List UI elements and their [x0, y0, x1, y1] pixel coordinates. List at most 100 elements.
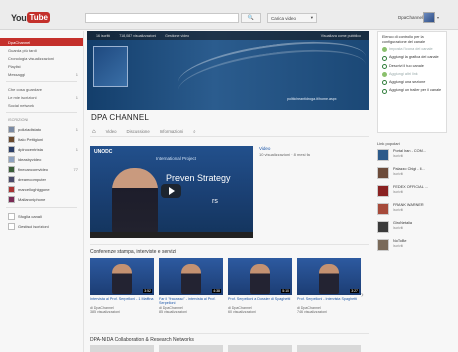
- search-button[interactable]: 🔍: [241, 13, 261, 23]
- sidebar-item-channel[interactable]: DpaChannel: [0, 38, 83, 46]
- channel-name[interactable]: NoToBe: [393, 239, 407, 244]
- channel-name[interactable]: FRANK WARNER: [393, 203, 424, 208]
- search-input[interactable]: [85, 13, 239, 23]
- subscribe-link[interactable]: Iscriviti: [393, 190, 428, 195]
- subscribe-link[interactable]: Iscriviti: [393, 154, 426, 159]
- checklist-item[interactable]: Aggiungi la grafica del canale: [382, 55, 442, 61]
- section-title[interactable]: DPA-NIDA Collaboration & Research Networ…: [90, 337, 194, 343]
- avatar[interactable]: [423, 12, 435, 23]
- channel-avatar[interactable]: [93, 46, 128, 87]
- channel-thumbnail[interactable]: [377, 185, 389, 197]
- subscription-item[interactable]: poliziadistato 1: [0, 124, 83, 134]
- video-title[interactable]: Intervista al Prof. Serpelloni - 1 Maffi…: [90, 297, 154, 306]
- channel-thumbnail[interactable]: [377, 149, 389, 161]
- channel-thumbnail[interactable]: [377, 203, 389, 215]
- circle-icon: [382, 88, 387, 94]
- channel-thumbnail[interactable]: [377, 221, 389, 233]
- sidebar-item[interactable]: Che cosa guardare: [0, 85, 83, 93]
- account-name[interactable]: DpaChannel: [398, 15, 423, 20]
- view-as-public-link[interactable]: Visualizza come pubblico: [321, 34, 361, 38]
- section-title[interactable]: Conferenze stampa, interviste e servizi: [90, 249, 176, 255]
- video-thumbnail[interactable]: [228, 345, 292, 352]
- sidebar-item[interactable]: Messaggi 1: [0, 70, 83, 78]
- subscription-item[interactable]: dplnocentrista 1: [0, 144, 83, 154]
- subscription-item[interactable]: Italo Pettigioni: [0, 134, 83, 144]
- tab-info[interactable]: Informazioni: [160, 129, 183, 134]
- featured-video-title[interactable]: Video: [259, 146, 270, 151]
- video-thumbnail[interactable]: [90, 345, 154, 352]
- play-icon[interactable]: [161, 184, 181, 198]
- subscribe-link[interactable]: Iscriviti: [393, 208, 424, 213]
- channel-thumbnail[interactable]: [377, 167, 389, 179]
- subscribe-link[interactable]: Iscriviti: [393, 226, 412, 231]
- circle-icon: [382, 63, 387, 69]
- sidebar-item[interactable]: Social network: [0, 101, 83, 109]
- video-overlay-text: rs: [212, 198, 218, 205]
- sidebar-item[interactable]: Le mie iscrizioni 1: [0, 93, 83, 101]
- video-card[interactable]: 5:10 Prof. Serpelloni a Dossier di Spagh…: [228, 258, 292, 328]
- video-views: 746 visualizzazioni: [297, 310, 327, 315]
- video-thumbnail[interactable]: [297, 345, 361, 352]
- channel-name[interactable]: Palazzo Chigi - Il...: [393, 167, 425, 172]
- popular-channel-item[interactable]: FEDEX OFFICIAL ... Iscriviti: [377, 185, 447, 199]
- checklist-item[interactable]: Aggiungi una sezione: [382, 80, 442, 86]
- checklist-item[interactable]: Imposta l'icona del canale: [382, 47, 442, 53]
- video-thumbnail[interactable]: 3:52: [90, 258, 154, 295]
- popular-links-title: Link popolari: [377, 141, 400, 146]
- video-title[interactable]: Far il "fracasso" - intervista al Prof. …: [159, 297, 223, 306]
- tab-video[interactable]: Video: [106, 129, 117, 134]
- subscribe-link[interactable]: Iscriviti: [393, 172, 425, 177]
- sidebar-item-manage-subscriptions[interactable]: Gestisci iscrizioni: [0, 221, 83, 231]
- subscription-item[interactable]: Mallaroniphone: [0, 194, 83, 204]
- video-title[interactable]: Prof. Serpelloni - Intervista Spaghetti: [297, 297, 361, 306]
- manage-videos-link[interactable]: Gestione video: [165, 34, 189, 38]
- sidebar-item-count: 1: [75, 71, 78, 77]
- subscribe-link[interactable]: Iscriviti: [393, 244, 407, 249]
- popular-channel-item[interactable]: FRANK WARNER Iscriviti: [377, 203, 447, 217]
- video-card[interactable]: 4:38 Far il "fracasso" - intervista al P…: [159, 258, 223, 328]
- sidebar-item-label: DpaChannel: [8, 39, 31, 45]
- chevron-right-icon[interactable]: ›: [361, 290, 364, 299]
- checklist-item[interactable]: Descrivi il tuo canale: [382, 64, 442, 69]
- popular-channel-item[interactable]: Palazzo Chigi - Il... Iscriviti: [377, 167, 447, 181]
- popular-channel-item[interactable]: GiroNetalia Iscriviti: [377, 221, 447, 235]
- video-card[interactable]: 3:27 Prof. Serpelloni - Intervista Spagh…: [297, 258, 361, 328]
- video-title[interactable]: Prof. Serpelloni a Dossier di Spaghetti: [228, 297, 292, 306]
- channel-name[interactable]: GiroNetalia: [393, 221, 412, 226]
- plus-icon: [8, 212, 15, 220]
- home-icon[interactable]: ⌂: [92, 129, 96, 135]
- video-thumbnail[interactable]: [159, 345, 223, 352]
- video-thumbnail[interactable]: 3:27: [297, 258, 361, 295]
- checklist-item[interactable]: Aggiungi un trailer per il canale: [382, 88, 442, 94]
- subscription-item[interactable]: finecancomvideo 77: [0, 164, 83, 174]
- channel-thumbnail[interactable]: [377, 239, 389, 251]
- video-card[interactable]: 3:52 Intervista al Prof. Serpelloni - 1 …: [90, 258, 154, 328]
- sidebar-item-browse-channels[interactable]: Sfoglia canali: [0, 211, 83, 221]
- upload-button[interactable]: Carica video ▾: [267, 13, 317, 23]
- channel-name[interactable]: FEDEX OFFICIAL ...: [393, 185, 428, 190]
- subscription-label: dplnocentrista: [18, 146, 43, 152]
- featured-video-player[interactable]: UNODC International Project Preven Strat…: [90, 146, 253, 238]
- sidebar-item[interactable]: Guarda più tardi: [0, 46, 83, 54]
- subscription-item[interactable]: marcelloghiggone: [0, 184, 83, 194]
- video-thumbnail[interactable]: 5:10: [228, 258, 292, 295]
- youtube-logo[interactable]: You Tube: [11, 11, 50, 24]
- search-icon[interactable]: ⌕: [193, 129, 195, 134]
- banner-website-link[interactable]: politicheantidroga.it/home.aspx: [287, 97, 337, 101]
- sidebar-item[interactable]: Playlist: [0, 62, 83, 70]
- sidebar-item-label: Gestisci iscrizioni: [18, 223, 49, 229]
- divider: [90, 333, 369, 334]
- popular-channel-item[interactable]: NoToBe Iscriviti: [377, 239, 447, 253]
- thumbnail-figure: [250, 264, 270, 294]
- tab-discussion[interactable]: Discussione: [127, 129, 150, 134]
- player-controls[interactable]: [90, 232, 253, 238]
- subscription-item[interactable]: dreamcomputer: [0, 174, 83, 184]
- sidebar-item[interactable]: Cronologia visualizzazioni: [0, 54, 83, 62]
- sidebar-item-count: 1: [75, 94, 78, 100]
- subscription-item[interactable]: ideasbyvideo: [0, 154, 83, 164]
- video-thumbnail[interactable]: 4:38: [159, 258, 223, 295]
- popular-channel-item[interactable]: Portal Iran - COM... Iscriviti: [377, 149, 447, 163]
- account-menu-caret-icon[interactable]: ▾: [437, 15, 439, 20]
- checklist-item[interactable]: Aggiungi altri link: [382, 72, 442, 78]
- channel-name[interactable]: Portal Iran - COM...: [393, 149, 426, 154]
